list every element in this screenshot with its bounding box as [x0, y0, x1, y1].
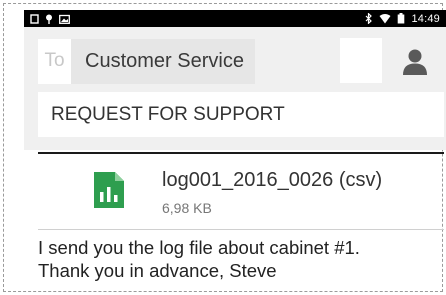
to-label: To — [38, 38, 71, 84]
image-icon — [59, 14, 70, 24]
message-line-1: I send you the log file about cabinet #1… — [38, 237, 360, 258]
status-bar: 14:49 — [24, 10, 446, 27]
add-contact-icon[interactable] — [401, 49, 429, 75]
spreadsheet-file-icon[interactable] — [94, 172, 124, 208]
header-divider — [38, 152, 444, 154]
notification-pin-icon — [45, 14, 53, 24]
bluetooth-icon — [365, 13, 373, 24]
subject-field[interactable]: REQUEST FOR SUPPORT — [38, 92, 444, 137]
recipient-input[interactable] — [340, 38, 382, 83]
screen-icon — [30, 13, 39, 24]
message-body[interactable]: I send you the log file about cabinet #1… — [38, 236, 444, 282]
wifi-icon — [379, 13, 391, 24]
recipient-chip[interactable]: Customer Service — [71, 38, 255, 84]
attachment-divider — [38, 229, 444, 230]
message-line-2: Thank you in advance, Steve — [38, 260, 277, 281]
attachment-name[interactable]: log001_2016_0026 (csv) — [162, 169, 382, 192]
recipient-row: To Customer Service — [38, 37, 255, 85]
attachment-size: 6,98 KB — [162, 200, 212, 216]
status-time: 14:49 — [411, 12, 440, 25]
battery-icon — [397, 13, 405, 24]
